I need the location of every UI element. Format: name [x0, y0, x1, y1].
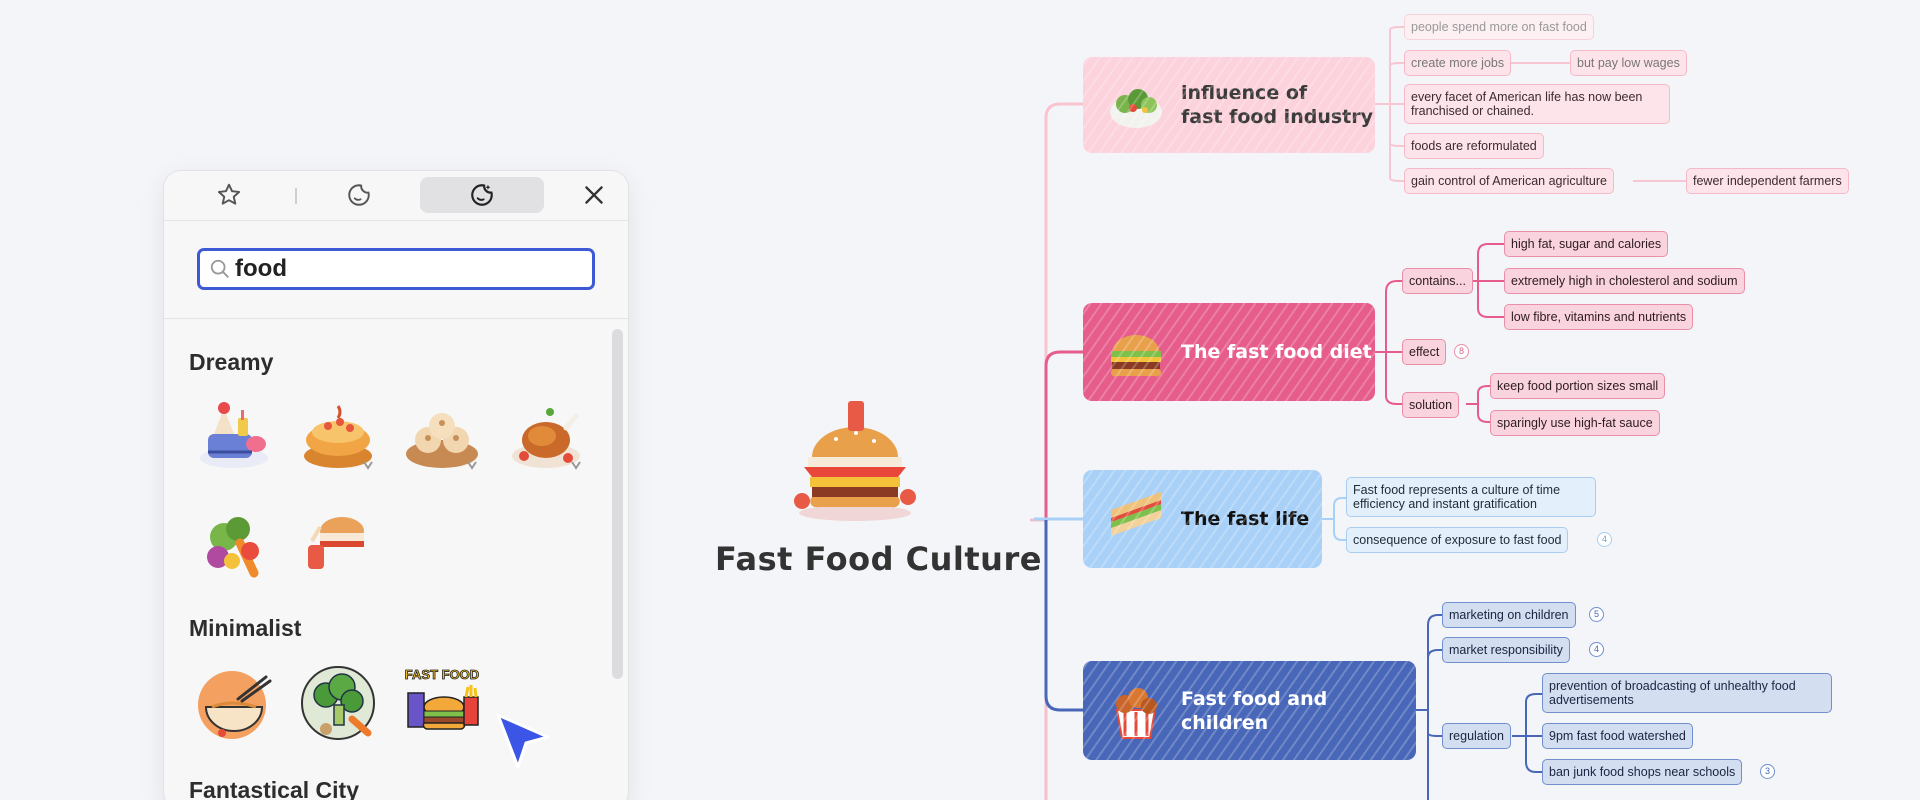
node-solution[interactable]: solution [1402, 392, 1460, 418]
collapsed-count-badge[interactable]: 5 [1589, 607, 1604, 622]
salad-image [1110, 89, 1162, 128]
node-foods-are-reformulated[interactable]: foods are reformulated [1404, 133, 1544, 159]
collapsed-count-badge[interactable]: 8 [1454, 344, 1469, 359]
topic-fast-food-and-children[interactable]: Fast food and children [1083, 661, 1416, 760]
node-sparingly-high-fat-sauce[interactable]: sparingly use high-fat sauce [1490, 410, 1660, 436]
node-create-more-jobs[interactable]: create more jobs [1404, 50, 1512, 76]
topic-fast-life[interactable]: The fast life [1083, 470, 1322, 568]
node-prevention-broadcasting[interactable]: prevention of broadcasting of unhealthy … [1542, 673, 1832, 713]
sandwich-image [1111, 492, 1161, 536]
central-burger-image [794, 401, 916, 521]
node-low-fibre[interactable]: low fibre, vitamins and nutrients [1504, 304, 1694, 330]
node-american-life-franchised[interactable]: every facet of American life has now bee… [1404, 84, 1670, 124]
node-gain-control-agriculture[interactable]: gain control of American agriculture [1404, 168, 1614, 194]
node-contains[interactable]: contains... [1402, 268, 1473, 294]
topic-label: The fast food diet [1181, 341, 1372, 363]
central-topic[interactable]: Fast Food Culture [715, 540, 1042, 578]
node-market-responsibility[interactable]: market responsibility [1442, 637, 1570, 663]
node-but-pay-low-wages[interactable]: but pay low wages [1570, 50, 1687, 76]
topic-label-line2: fast food industry [1181, 106, 1373, 128]
node-high-fat-sugar[interactable]: high fat, sugar and calories [1504, 231, 1669, 257]
topic-label: Fast food and children [1181, 687, 1328, 734]
topic-label-line1: influence of [1181, 82, 1308, 104]
collapsed-count-badge[interactable]: 4 [1589, 642, 1604, 657]
topic-label: The fast life [1181, 508, 1310, 530]
node-ban-junk-food-shops[interactable]: ban junk food shops near schools [1542, 759, 1743, 785]
node-culture-time-efficiency[interactable]: Fast food represents a culture of time e… [1346, 477, 1596, 517]
node-regulation[interactable]: regulation [1442, 723, 1511, 749]
topic-influence-of-fast-food-industry[interactable]: influence of fast food industry [1083, 57, 1375, 153]
node-high-cholesterol-sodium[interactable]: extremely high in cholesterol and sodium [1504, 268, 1745, 294]
burger-image [1110, 335, 1162, 377]
collapsed-count-badge[interactable]: 3 [1760, 764, 1775, 779]
node-fewer-independent-farmers[interactable]: fewer independent farmers [1686, 168, 1849, 194]
node-people-spend-more[interactable]: people spend more on fast food [1404, 14, 1594, 40]
fried-chicken-image [1115, 687, 1157, 739]
node-9pm-watershed[interactable]: 9pm fast food watershed [1542, 723, 1693, 749]
node-effect[interactable]: effect [1402, 339, 1447, 365]
node-keep-portion-small[interactable]: keep food portion sizes small [1490, 373, 1666, 399]
collapsed-count-badge[interactable]: 4 [1597, 532, 1612, 547]
node-marketing-on-children[interactable]: marketing on children [1442, 602, 1576, 628]
node-consequence-exposure[interactable]: consequence of exposure to fast food [1346, 527, 1569, 553]
topic-fast-food-diet[interactable]: The fast food diet [1083, 303, 1375, 401]
